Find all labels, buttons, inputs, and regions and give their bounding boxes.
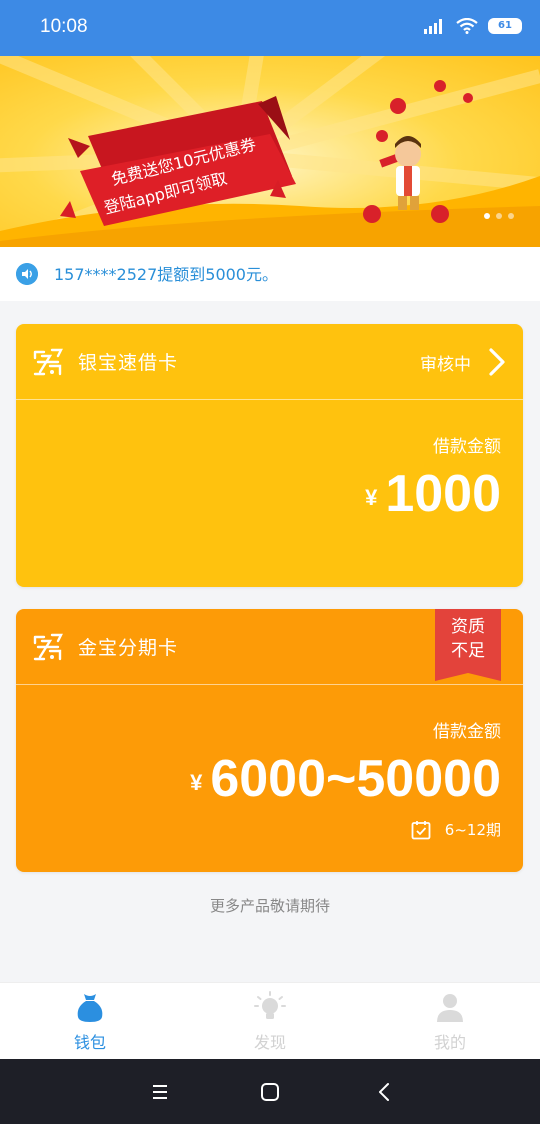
calendar-check-icon [411, 820, 431, 839]
currency-symbol: ¥ [190, 770, 203, 795]
lightbulb-icon [254, 991, 286, 1019]
notice-text: 157****2527提额到5000元。 [54, 265, 278, 284]
banner-pagination [484, 213, 514, 219]
loan-amount: ¥1000 [365, 464, 501, 524]
bottom-tab-bar: 钱包 发现 我的 [0, 982, 540, 1059]
promo-banner[interactable]: 免费送您10元优惠券 登陆app即可领取 [0, 56, 540, 247]
notice-bar[interactable]: 157****2527提额到5000元。 [0, 247, 540, 301]
currency-symbol: ¥ [365, 485, 378, 510]
system-nav-bar [0, 1059, 540, 1124]
amount-label: 借款金额 [433, 722, 501, 742]
loan-period: 6~12期 [411, 819, 501, 840]
tab-label: 我的 [433, 1033, 466, 1052]
pagination-dot[interactable] [508, 213, 514, 219]
status-icons: 61 [424, 18, 522, 34]
card-logo-icon [33, 348, 63, 376]
signal-icon [424, 19, 442, 34]
tab-profile[interactable]: 我的 [360, 983, 540, 1060]
badge-line2: 不足 [451, 641, 485, 661]
home-icon[interactable] [257, 1079, 283, 1105]
card-title: 银宝速借卡 [78, 352, 179, 374]
tab-label: 发现 [253, 1033, 286, 1052]
tab-discover[interactable]: 发现 [180, 983, 360, 1060]
pagination-dot[interactable] [484, 213, 490, 219]
battery-icon: 61 [488, 18, 522, 34]
more-products-text: 更多产品敬请期待 [209, 897, 330, 915]
amount-label: 借款金额 [433, 437, 501, 457]
card-logo-icon [33, 633, 63, 661]
amount-value: 6000~50000 [210, 750, 501, 808]
period-text: 6~12期 [444, 821, 501, 839]
user-icon [437, 994, 463, 1022]
badge-line1: 资质 [451, 617, 485, 637]
card-header: 银宝速借卡 审核中 [16, 324, 523, 400]
amount-value: 1000 [385, 465, 501, 523]
tab-label: 钱包 [73, 1033, 106, 1052]
card-title: 金宝分期卡 [78, 637, 179, 659]
tab-wallet[interactable]: 钱包 [0, 983, 180, 1060]
loan-amount: ¥6000~50000 [190, 749, 501, 809]
status-time: 10:08 [40, 16, 88, 37]
speaker-icon [16, 263, 38, 285]
loan-card-yinbao[interactable]: 银宝速借卡 审核中 借款金额 ¥1000 [16, 324, 523, 587]
money-bag-icon [77, 994, 103, 1022]
back-icon[interactable] [372, 1079, 398, 1105]
status-bar: 10:08 61 [0, 0, 540, 56]
status-badge: 资质 不足 [435, 609, 501, 681]
pagination-dot[interactable] [496, 213, 502, 219]
menu-icon[interactable] [147, 1079, 173, 1105]
banner-artwork [0, 56, 540, 247]
loan-card-jinbao[interactable]: 金宝分期卡 资质 不足 借款金额 ¥6000~50000 6~12期 [16, 609, 523, 872]
wifi-icon [456, 18, 478, 34]
card-status: 审核中 [420, 355, 471, 375]
chevron-right-icon[interactable] [485, 346, 509, 378]
